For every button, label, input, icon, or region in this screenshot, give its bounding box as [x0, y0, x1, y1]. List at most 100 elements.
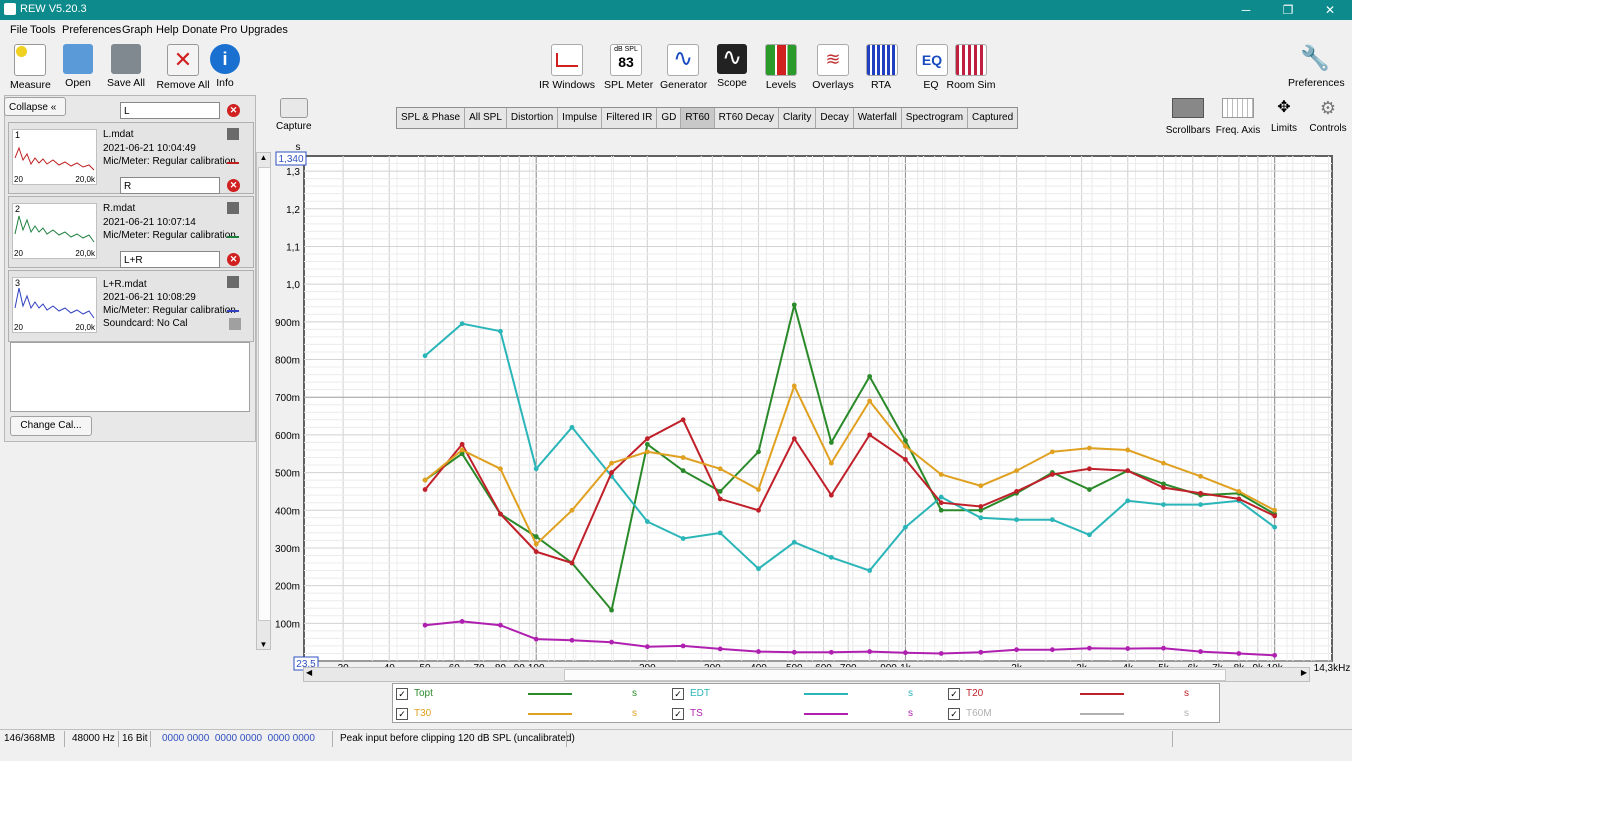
vertical-scroll-thumb[interactable] — [258, 167, 271, 621]
window-title: REW V5.20.3 — [20, 3, 87, 15]
overlays-button[interactable]: ≋ Overlays — [812, 44, 854, 91]
legend-checkbox[interactable]: ✓ — [672, 708, 684, 720]
scrollbars-button[interactable]: Scrollbars — [1160, 98, 1216, 136]
data-point-topt — [422, 477, 428, 483]
data-point-topt — [609, 607, 614, 613]
measurement-color-icon[interactable] — [227, 224, 239, 238]
save-measurement-icon[interactable] — [227, 276, 239, 288]
rta-button[interactable]: RTA — [866, 44, 898, 91]
scroll-up-icon[interactable]: ▲ — [257, 153, 270, 162]
close-button[interactable]: ✕ — [1310, 0, 1350, 20]
scroll-left-icon[interactable]: ◀ — [306, 668, 312, 677]
remove-measurement-icon[interactable]: ✕ — [227, 253, 240, 266]
tab-rt60[interactable]: RT60 — [681, 108, 715, 128]
tab-all-spl[interactable]: All SPL — [465, 108, 507, 128]
maximize-button[interactable]: ❐ — [1268, 0, 1308, 20]
tab-filtered-ir[interactable]: Filtered IR — [602, 108, 658, 128]
tab-impulse[interactable]: Impulse — [558, 108, 603, 128]
data-point-ts — [459, 619, 465, 624]
room-sim-button[interactable]: Room Sim — [944, 44, 998, 91]
legend-checkbox[interactable]: ✓ — [396, 708, 408, 720]
legend-item-edt[interactable]: ✓ EDT s — [672, 687, 942, 703]
data-point-t30 — [609, 460, 614, 466]
menu-pro-upgrades[interactable]: Pro Upgrades — [220, 24, 288, 36]
remove-all-button[interactable]: ✕ Remove All — [156, 44, 210, 91]
menu-tools[interactable]: Tools — [30, 24, 56, 36]
limits-button[interactable]: ✥ Limits — [1266, 98, 1302, 134]
save-measurement-icon[interactable] — [227, 202, 239, 214]
data-point-ts — [1198, 649, 1203, 654]
legend-item-ts[interactable]: ✓ TS s — [672, 707, 942, 723]
tab-waterfall[interactable]: Waterfall — [854, 108, 902, 128]
tab-distortion[interactable]: Distortion — [507, 108, 559, 128]
legend-item-topt[interactable]: ✓ Topt s — [396, 687, 666, 703]
measurement-color-icon[interactable] — [227, 150, 239, 164]
data-point-t30 — [1161, 460, 1166, 466]
data-point-ts — [1125, 646, 1131, 651]
data-point-topt — [791, 302, 797, 308]
thumbnail-min-label: 20 — [14, 249, 23, 258]
remove-icon: ✕ — [167, 44, 199, 76]
legend-checkbox[interactable]: ✓ — [948, 688, 960, 700]
data-point-topt — [569, 560, 575, 566]
legend-checkbox[interactable]: ✓ — [672, 688, 684, 700]
data-point-t20 — [1272, 513, 1278, 519]
measurement-notes-area[interactable] — [10, 342, 250, 412]
legend-item-t60m[interactable]: ✓ T60M s — [948, 707, 1218, 723]
collapse-button[interactable]: Collapse « — [4, 97, 66, 116]
menu-graph[interactable]: Graph — [122, 24, 153, 36]
save-all-button[interactable]: Save All — [104, 44, 148, 89]
tab-gd[interactable]: GD — [657, 108, 682, 128]
y-tick-label: 100m — [275, 619, 300, 630]
save-measurement-icon[interactable] — [227, 128, 239, 140]
measurement-name-input-2[interactable]: R — [120, 177, 220, 194]
tab-rt60-decay[interactable]: RT60 Decay — [715, 108, 779, 128]
measure-button[interactable]: Measure — [10, 44, 51, 91]
data-point-edt — [1198, 502, 1203, 508]
measurement-name-input-3[interactable]: L+R — [120, 251, 220, 268]
generator-button[interactable]: ∿ Generator — [660, 44, 707, 91]
notes-icon[interactable] — [229, 318, 241, 330]
menu-donate[interactable]: Donate — [182, 24, 217, 36]
open-button[interactable]: Open — [60, 44, 96, 89]
legend-checkbox[interactable]: ✓ — [396, 688, 408, 700]
tab-captured[interactable]: Captured — [968, 108, 1017, 128]
scope-button[interactable]: ∿ Scope — [716, 44, 748, 89]
change-cal-button[interactable]: Change Cal... — [10, 416, 92, 436]
freq-axis-button[interactable]: Freq. Axis — [1212, 98, 1264, 136]
info-button[interactable]: i Info — [210, 44, 240, 89]
horizontal-scroll-thumb[interactable] — [564, 669, 1226, 681]
vertical-scrollbar[interactable]: ▲ ▼ — [256, 152, 271, 650]
capture-button[interactable]: Capture — [276, 98, 312, 132]
horizontal-scrollbar[interactable]: ◀ ▶ — [303, 667, 1310, 682]
legend-item-t20[interactable]: ✓ T20 s — [948, 687, 1218, 703]
rew-window: REW V5.20.3 ─ ❐ ✕ File Tools Preferences… — [0, 0, 1352, 761]
tab-clarity[interactable]: Clarity — [779, 108, 817, 128]
remove-measurement-icon[interactable]: ✕ — [227, 179, 240, 192]
data-point-t30 — [828, 460, 834, 466]
data-point-edt — [1125, 498, 1131, 504]
preferences-button[interactable]: 🔧 Preferences — [1288, 44, 1345, 89]
eq-button[interactable]: EQ EQ — [916, 44, 948, 91]
menu-preferences[interactable]: Preferences — [62, 24, 121, 36]
minimize-button[interactable]: ─ — [1226, 0, 1266, 20]
controls-button[interactable]: ⚙ Controls — [1308, 98, 1348, 134]
menu-help[interactable]: Help — [156, 24, 179, 36]
measurement-color-icon[interactable] — [227, 298, 239, 312]
tab-spectrogram[interactable]: Spectrogram — [902, 108, 969, 128]
scroll-right-icon[interactable]: ▶ — [1301, 668, 1307, 677]
spl-meter-button[interactable]: dB SPL 83 SPL Meter — [604, 44, 653, 91]
legend-item-t30[interactable]: ✓ T30 s — [396, 707, 666, 723]
levels-button[interactable]: Levels — [764, 44, 798, 91]
remove-measurement-icon[interactable]: ✕ — [227, 104, 240, 117]
legend-checkbox[interactable]: ✓ — [948, 708, 960, 720]
y-tick-label: 1,3 — [286, 167, 300, 178]
scroll-down-icon[interactable]: ▼ — [257, 640, 270, 649]
measurement-card-3[interactable]: 3 20 20,0k L+R.mdat 2021-06-21 10:08:29 … — [8, 270, 254, 342]
tab-spl-phase[interactable]: SPL & Phase — [397, 108, 466, 128]
tab-decay[interactable]: Decay — [816, 108, 854, 128]
measurement-name-input-1[interactable]: L — [120, 102, 220, 119]
ir-windows-button[interactable]: IR Windows — [538, 44, 596, 91]
menu-file[interactable]: File — [10, 24, 28, 36]
data-point-topt — [1087, 487, 1092, 492]
